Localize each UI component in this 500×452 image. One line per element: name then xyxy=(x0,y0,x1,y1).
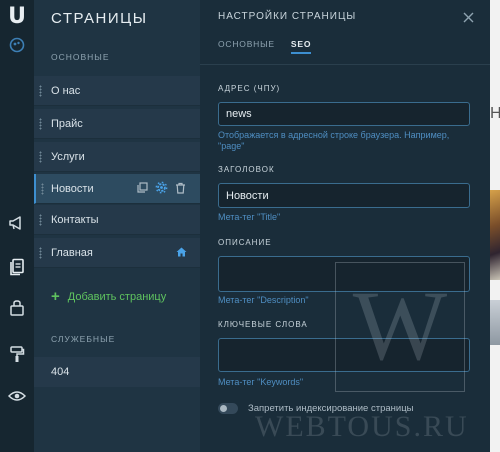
settings-title: НАСТРОЙКИ СТРАНИЦЫ xyxy=(218,11,357,22)
watermark-text: WEBTOUS.RU xyxy=(255,410,469,443)
page-actions xyxy=(137,181,186,197)
plus-icon: + xyxy=(51,288,60,305)
trash-icon[interactable] xyxy=(175,182,186,197)
main-section-heading: ОСНОВНЫЕ xyxy=(51,52,110,62)
pages-panel: СТРАНИЦЫ ОСНОВНЫЕ О нас Прайс Услуги Нов… xyxy=(34,0,200,452)
heading-hint: Мета-тег "Title" xyxy=(218,212,281,222)
logo[interactable]: U xyxy=(0,4,34,29)
drag-handle-icon[interactable] xyxy=(39,118,42,130)
paint-roller-icon[interactable] xyxy=(0,340,34,368)
gear-icon[interactable] xyxy=(155,181,168,197)
drag-handle-icon[interactable] xyxy=(39,151,42,163)
address-hint: Отображается в адресной строке браузера.… xyxy=(218,130,450,151)
page-item-label: Главная xyxy=(51,246,93,259)
page-item-label: Услуги xyxy=(51,150,85,163)
description-label: ОПИСАНИЕ xyxy=(218,238,272,247)
tab-seo[interactable]: SEO xyxy=(290,39,312,54)
pages-icon[interactable] xyxy=(0,253,34,281)
left-rail: U xyxy=(0,0,34,452)
watermark-logo: W xyxy=(352,270,448,381)
keywords-label: КЛЮЧЕВЫЕ СЛОВА xyxy=(218,320,308,329)
drag-handle-icon[interactable] xyxy=(39,85,42,97)
drag-handle-icon[interactable] xyxy=(39,247,42,259)
drag-handle-icon[interactable] xyxy=(41,183,44,195)
page-item-contacts[interactable]: Контакты xyxy=(34,205,200,235)
page-item-news[interactable]: Новости xyxy=(34,174,200,204)
page-item-label: Контакты xyxy=(51,213,99,226)
copy-icon[interactable] xyxy=(137,182,148,196)
tabs-divider xyxy=(200,64,490,65)
close-icon[interactable] xyxy=(463,10,474,28)
address-label: АДРЕС (ЧПУ) xyxy=(218,84,281,93)
heading-input[interactable]: Новости xyxy=(218,183,470,208)
tab-main[interactable]: ОСНОВНЫЕ xyxy=(218,39,275,54)
noindex-toggle[interactable] xyxy=(218,403,238,414)
address-input[interactable]: news xyxy=(218,102,470,126)
add-page-button[interactable]: + Добавить страницу xyxy=(51,288,166,305)
page-item-services[interactable]: Услуги xyxy=(34,142,200,172)
settings-tabs: ОСНОВНЫЕ SEO xyxy=(218,39,312,54)
site-preview-letter: Н xyxy=(490,105,500,122)
add-page-label: Добавить страницу xyxy=(67,290,167,303)
megaphone-icon[interactable] xyxy=(0,209,34,237)
heading-label: ЗАГОЛОВОК xyxy=(218,165,275,174)
page-item-label: Прайс xyxy=(51,117,83,130)
page-item-home[interactable]: Главная xyxy=(34,238,200,268)
pages-title: СТРАНИЦЫ xyxy=(51,10,148,27)
page-item-about[interactable]: О нас xyxy=(34,76,200,106)
service-section-heading: СЛУЖЕБНЫЕ xyxy=(51,334,116,344)
drag-handle-icon[interactable] xyxy=(39,214,42,226)
page-item-404[interactable]: 404 xyxy=(34,357,200,387)
page-item-label: О нас xyxy=(51,84,81,97)
eye-icon[interactable] xyxy=(0,382,34,410)
store-icon[interactable] xyxy=(0,294,34,322)
site-preview-photo xyxy=(489,190,500,280)
site-preview-photo-2 xyxy=(489,300,500,345)
page-item-price[interactable]: Прайс xyxy=(34,109,200,139)
page-item-label: 404 xyxy=(51,366,70,378)
palette-icon[interactable] xyxy=(0,31,34,59)
page-item-label: Новости xyxy=(51,182,94,195)
home-icon xyxy=(176,247,187,260)
